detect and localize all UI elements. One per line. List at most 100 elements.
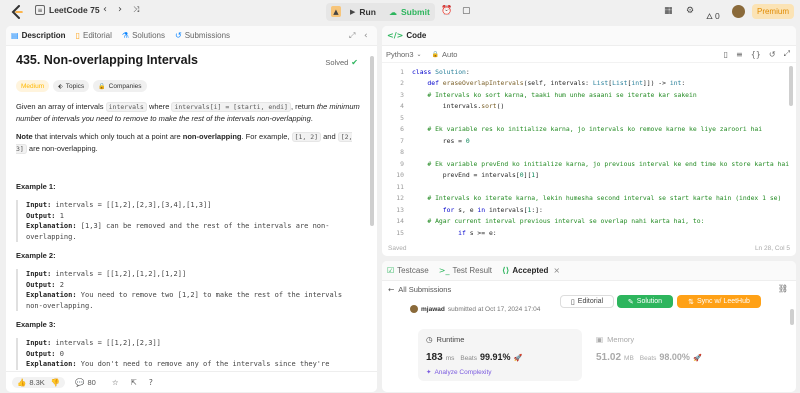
fullscreen-icon[interactable]: ⤢	[784, 49, 790, 59]
avatar[interactable]	[732, 5, 745, 18]
code-line[interactable]: 11	[382, 181, 796, 193]
tab-editorial[interactable]: ▯ Editorial	[71, 26, 117, 46]
tab-description-label: Description	[21, 31, 66, 40]
code-editor[interactable]: 1 class Solution: 2 def eraseOverlapInterv…	[382, 63, 796, 238]
leethub-sync-button[interactable]: ⇅ Sync w/ LeetHub	[677, 295, 761, 308]
streak-counter[interactable]: 🜂 0	[706, 7, 720, 24]
premium-button[interactable]: Premium	[752, 4, 794, 19]
thumbs-down-icon[interactable]: 👎	[51, 378, 60, 387]
editorial-button-label: Editorial	[577, 298, 604, 305]
runtime-label: Runtime	[436, 335, 465, 344]
debug-icon[interactable]: ▲	[331, 6, 341, 17]
code-line[interactable]: 9 # Ek variable prevEnd ko initialize ka…	[382, 158, 796, 170]
tab-test-result-label: Test Result	[452, 266, 493, 275]
clock-icon: ◷	[426, 335, 433, 344]
submit-button[interactable]: ☁ Submit	[389, 7, 430, 17]
description-content: 435. Non-overlapping Intervals Solved ✔ …	[6, 46, 372, 392]
timer-icon[interactable]: ⏰	[441, 6, 452, 16]
tab-solutions[interactable]: ⚗ Solutions	[117, 26, 170, 46]
solution-button[interactable]: ✎ Solution	[617, 295, 673, 308]
submit-label: Submit	[401, 7, 430, 17]
code-line[interactable]: 13 for s, e in intervals[1:]:	[382, 204, 796, 216]
example-box: Input: intervals = [[1,2],[2,3],[3,4],[1…	[16, 200, 362, 242]
code-line[interactable]: 15 if s >= e:	[382, 227, 796, 238]
memory-stats: 51.02 MB Beats 98.00% 🚀	[596, 352, 740, 363]
code-line[interactable]: 7 res = 0	[382, 135, 796, 147]
flask-icon: ⚗	[121, 31, 130, 40]
notes-icon[interactable]: ▢	[462, 6, 471, 16]
layout-icon[interactable]: ▦	[664, 6, 673, 16]
code-line[interactable]: 2 def eraseOverlapIntervals(self, interv…	[382, 78, 796, 90]
description-scrollbar[interactable]	[370, 56, 374, 226]
code-scrollbar[interactable]	[789, 66, 793, 106]
analyze-complexity-link[interactable]: ✦ Analyze Complexity	[426, 368, 574, 376]
all-submissions-link[interactable]: All Submissions	[398, 285, 451, 294]
example-explanation: You don't need to remove any of the inte…	[80, 360, 330, 368]
leetcode-logo[interactable]	[10, 5, 23, 19]
code-icon: </>	[387, 31, 404, 40]
line-number: 10	[396, 171, 404, 180]
tab-description[interactable]: ▤ Description	[6, 26, 71, 46]
reset-icon[interactable]: ↺	[769, 49, 776, 59]
prev-problem-icon[interactable]: ‹	[103, 4, 107, 15]
code-line[interactable]: 14 # Agar current interval previous inte…	[382, 216, 796, 228]
code-line[interactable]: 1 class Solution:	[382, 66, 796, 78]
link-icon[interactable]: ⛓	[778, 284, 788, 293]
runtime-card[interactable]: ◷ Runtime 183 ms Beats 99.91% 🚀 ✦ Analyz…	[418, 329, 582, 381]
cursor-position: Ln 28, Col 5	[754, 244, 790, 252]
rocket-icon: 🚀	[513, 354, 523, 362]
bookmark-icon[interactable]: ▯	[724, 49, 728, 59]
auto-toggle[interactable]: 🔒 Auto	[432, 50, 458, 59]
help-icon[interactable]: ?	[149, 378, 153, 387]
memory-card[interactable]: ▣ Memory 51.02 MB Beats 98.00% 🚀	[588, 329, 748, 381]
settings-icon[interactable]: ⚙	[686, 6, 694, 16]
code-line[interactable]: 8	[382, 147, 796, 159]
star-icon[interactable]: ☆	[112, 378, 119, 387]
editorial-button[interactable]: ▯ Editorial	[560, 295, 614, 308]
result-scrollbar[interactable]	[790, 309, 794, 325]
close-icon[interactable]: ×	[553, 266, 560, 275]
code-panel-header: </> Code	[382, 26, 796, 46]
solved-label: Solved	[325, 58, 349, 67]
code-line[interactable]: 4 intervals.sort()	[382, 101, 796, 113]
collapse-icon[interactable]: ‹	[364, 31, 368, 41]
code-line[interactable]: 10 prevEnd = intervals[0][1]	[382, 170, 796, 182]
tab-code[interactable]: </> Code	[382, 26, 431, 46]
expand-icon[interactable]: ⤢	[349, 31, 355, 41]
input-label: Input:	[26, 201, 52, 209]
solved-status: Solved ✔	[325, 57, 358, 68]
back-arrow-icon[interactable]: ←	[388, 285, 394, 294]
line-number: 9	[400, 159, 404, 168]
code-text: def eraseOverlapIntervals(self, interval…	[427, 79, 686, 88]
username[interactable]: mjawad	[421, 306, 445, 313]
line-number: 7	[400, 136, 404, 145]
code-line[interactable]: 3 # Intervals ko sort karna, taaki hum u…	[382, 89, 796, 101]
share-icon[interactable]: ⇱	[131, 378, 137, 387]
code-line[interactable]: 5	[382, 112, 796, 124]
book-icon: ▯	[570, 297, 575, 306]
line-number: 15	[396, 228, 404, 237]
note-text: and	[321, 132, 338, 141]
format-icon[interactable]: ≡	[736, 49, 743, 59]
tab-test-result[interactable]: >_ Test Result	[434, 261, 497, 281]
companies-chip[interactable]: 🔒 Companies	[93, 80, 147, 92]
note-bold: non-overlapping	[182, 132, 242, 141]
like-button[interactable]: 👍 8.3K 👎	[12, 376, 66, 388]
code-line[interactable]: 6 # Ek variable res ko initialize karna,…	[382, 124, 796, 136]
braces-icon[interactable]: {}	[751, 49, 761, 59]
tab-accepted[interactable]: ⟨⟩ Accepted ×	[497, 261, 568, 281]
difficulty-label: Medium	[21, 82, 45, 90]
problem-list-button[interactable]: ≡ LeetCode 75	[35, 5, 100, 15]
shuffle-icon[interactable]: ⤨	[133, 5, 139, 15]
tab-submissions[interactable]: ↺ Submissions	[170, 26, 235, 46]
comments-button[interactable]: 💬 80	[75, 378, 96, 387]
example-3: Example 3: Input: intervals = [[1,2],[2,…	[16, 319, 362, 370]
line-number: 8	[400, 148, 404, 157]
run-button[interactable]: ▶ Run	[350, 7, 376, 17]
code-line[interactable]: 12 # Intervals ko iterate karna, lekin h…	[382, 193, 796, 205]
topics-chip[interactable]: ⬖ Topics	[53, 80, 90, 92]
language-select[interactable]: Python3 ⌄	[386, 50, 422, 59]
next-problem-icon[interactable]: ›	[118, 4, 122, 15]
tab-testcase[interactable]: ☑ Testcase	[382, 261, 434, 281]
user-avatar[interactable]	[410, 305, 418, 313]
